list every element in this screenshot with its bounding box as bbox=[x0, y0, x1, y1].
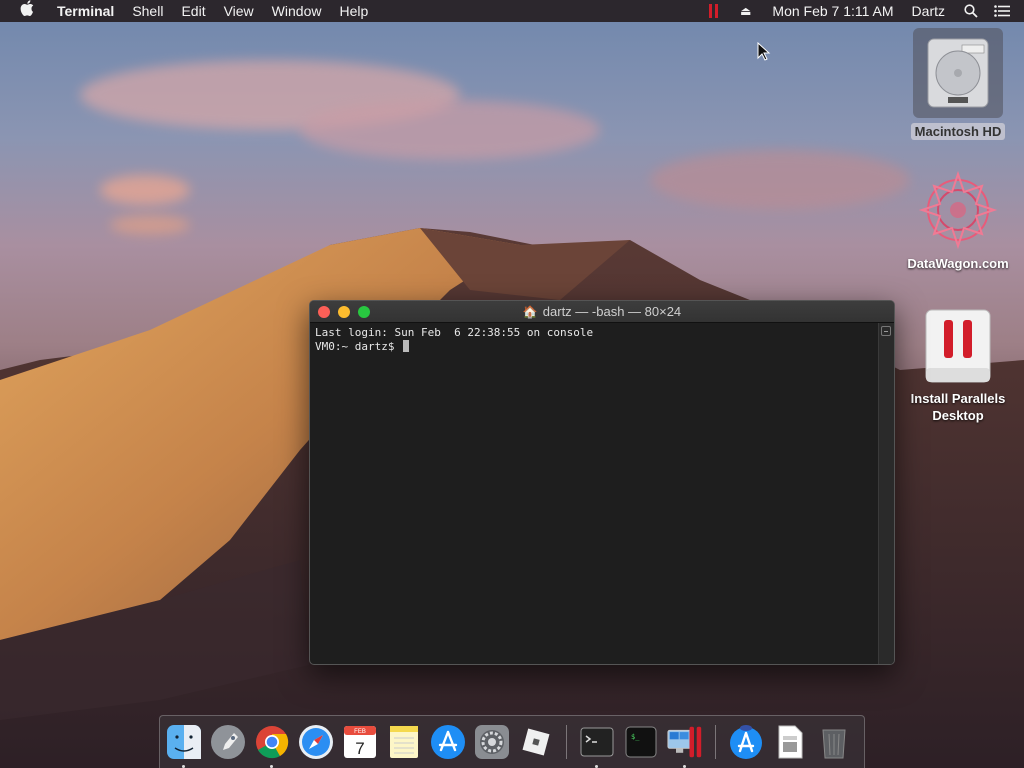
parallels-desktop-icon bbox=[667, 726, 702, 758]
menu-user[interactable]: Dartz bbox=[903, 0, 954, 22]
parallels-icon[interactable] bbox=[699, 4, 728, 18]
dock-item-safari[interactable] bbox=[298, 724, 334, 760]
window-controls bbox=[318, 306, 370, 318]
terminal-titlebar[interactable]: 🏠 dartz — -bash — 80×24 bbox=[310, 301, 894, 323]
dock-item-parallels-desktop[interactable] bbox=[667, 724, 703, 768]
desktop-icon-install-parallels[interactable]: Install Parallels Desktop bbox=[898, 306, 1018, 424]
terminal-title: dartz — -bash — 80×24 bbox=[542, 304, 682, 319]
minimize-button[interactable] bbox=[338, 306, 350, 318]
calendar-day: 7 bbox=[355, 739, 364, 758]
dock-item-app-store-downloads[interactable] bbox=[728, 724, 764, 760]
dock-item-notes[interactable] bbox=[386, 724, 422, 760]
desktop-icon-datawagon[interactable]: DataWagon.com bbox=[898, 168, 1018, 271]
menu-app-name[interactable]: Terminal bbox=[48, 0, 123, 22]
dock-item-activity-terminal[interactable]: $_ bbox=[623, 724, 659, 760]
menu-shell[interactable]: Shell bbox=[123, 0, 172, 22]
desktop-icon-label: Install Parallels Desktop bbox=[910, 391, 1006, 423]
split-pane-icon[interactable] bbox=[881, 326, 891, 336]
parallels-installer-icon bbox=[925, 309, 991, 383]
notes-icon bbox=[390, 726, 418, 758]
dock: FEB 7 $_ bbox=[159, 715, 865, 768]
dock-item-launchpad[interactable] bbox=[210, 724, 246, 760]
dock-item-app-store[interactable] bbox=[430, 724, 466, 760]
trash-icon bbox=[822, 729, 846, 759]
dock-item-terminal-app[interactable] bbox=[579, 724, 615, 768]
menu-clock[interactable]: Mon Feb 7 1:11 AM bbox=[763, 0, 902, 22]
app-store-icon bbox=[431, 725, 465, 759]
datawagon-logo-icon bbox=[918, 170, 998, 250]
calendar-icon: FEB 7 bbox=[344, 726, 376, 758]
hard-drive-icon bbox=[913, 28, 1003, 118]
dock-item-finder[interactable] bbox=[166, 724, 202, 768]
text-cursor bbox=[403, 340, 410, 352]
desktop-icon-label: Macintosh HD bbox=[910, 123, 1006, 140]
desktop-icon-macintosh-hd[interactable]: Macintosh HD bbox=[898, 28, 1018, 140]
menu-window[interactable]: Window bbox=[263, 0, 331, 22]
svg-text:$_: $_ bbox=[631, 733, 640, 741]
terminal-line: Last login: Sun Feb 6 22:38:55 on consol… bbox=[315, 326, 594, 339]
dock-item-documents[interactable] bbox=[772, 724, 808, 760]
menu-help[interactable]: Help bbox=[330, 0, 377, 22]
dock-item-calendar[interactable]: FEB 7 bbox=[342, 724, 378, 760]
apple-icon[interactable] bbox=[0, 0, 48, 23]
dock-item-trash[interactable] bbox=[816, 724, 852, 760]
notification-list-icon[interactable] bbox=[994, 5, 1010, 17]
system-preferences-icon bbox=[475, 725, 509, 759]
safari-icon bbox=[299, 725, 333, 759]
terminal-prompt-line[interactable]: VM0:~ dartz$ bbox=[315, 340, 873, 354]
launchpad-icon bbox=[211, 725, 245, 759]
home-folder-icon: 🏠 bbox=[522, 304, 538, 319]
dock-separator bbox=[566, 725, 567, 759]
terminal-scrollbar[interactable] bbox=[878, 323, 894, 664]
dock-item-system-preferences[interactable] bbox=[474, 724, 510, 760]
menu-edit[interactable]: Edit bbox=[172, 0, 214, 22]
terminal-icon bbox=[580, 727, 614, 757]
documents-icon bbox=[778, 725, 803, 759]
menu-bar: Terminal Shell Edit View Window Help ⏏ M… bbox=[0, 0, 1024, 22]
close-button[interactable] bbox=[318, 306, 330, 318]
zoom-button[interactable] bbox=[358, 306, 370, 318]
mouse-pointer-icon bbox=[757, 42, 771, 61]
console-icon: $_ bbox=[625, 726, 657, 758]
calendar-month: FEB bbox=[354, 729, 366, 735]
app-store-downloads-icon bbox=[730, 725, 762, 759]
menu-bar-extras: ⏏ Mon Feb 7 1:11 AM Dartz bbox=[699, 0, 1024, 22]
chrome-icon bbox=[256, 726, 289, 759]
dock-item-roblox[interactable] bbox=[518, 724, 554, 760]
terminal-window[interactable]: 🏠 dartz — -bash — 80×24 Last login: Sun … bbox=[309, 300, 895, 665]
finder-icon bbox=[167, 725, 201, 759]
terminal-content[interactable]: Last login: Sun Feb 6 22:38:55 on consol… bbox=[310, 323, 878, 664]
terminal-prompt: VM0:~ dartz$ bbox=[315, 340, 402, 353]
roblox-icon bbox=[522, 728, 550, 756]
dock-item-chrome[interactable] bbox=[254, 724, 290, 768]
dock-separator bbox=[715, 725, 716, 759]
eject-icon[interactable]: ⏏ bbox=[728, 4, 763, 18]
desktop-icon-label: DataWagon.com bbox=[907, 256, 1009, 271]
search-icon[interactable] bbox=[964, 4, 978, 18]
menu-view[interactable]: View bbox=[215, 0, 263, 22]
